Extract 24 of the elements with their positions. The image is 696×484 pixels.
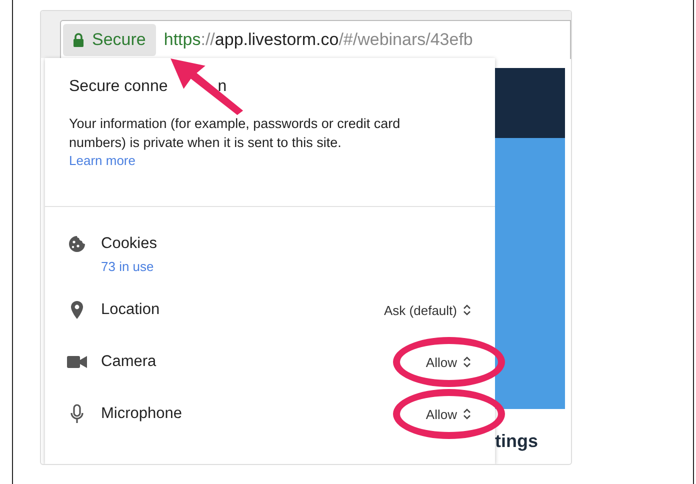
up-down-chevron-icon bbox=[463, 408, 471, 420]
page-header-band bbox=[495, 68, 565, 138]
cookies-count-link[interactable]: 73 in use bbox=[101, 259, 157, 274]
permission-label: Location bbox=[101, 301, 160, 319]
popup-title: Secure conne bbox=[69, 78, 168, 96]
lock-icon bbox=[73, 33, 84, 47]
popup-title: n bbox=[218, 78, 227, 96]
permission-label: Microphone bbox=[101, 405, 182, 423]
up-down-chevron-icon bbox=[463, 304, 471, 316]
secure-chip[interactable]: Secure bbox=[63, 24, 156, 56]
cookie-icon bbox=[67, 235, 87, 253]
page-heading-fragment: tings bbox=[495, 431, 539, 452]
camera-icon bbox=[67, 355, 87, 369]
learn-more-link[interactable]: Learn more bbox=[69, 153, 136, 168]
url-text: https://app.livestorm.co/#/webinars/43efb bbox=[164, 30, 473, 50]
popup-description: Your information (for example, passwords or credit card numbers) is private when it is sent to this site. bbox=[69, 115, 402, 152]
secure-label: Secure bbox=[92, 30, 146, 50]
permission-select[interactable]: Allow bbox=[426, 406, 471, 422]
permission-label: Camera bbox=[101, 353, 156, 371]
permission-select[interactable]: Ask (default) bbox=[384, 302, 471, 318]
permission-select[interactable]: Allow bbox=[426, 354, 471, 370]
address-bar[interactable]: Secure https://app.livestorm.co/#/webinars/43efb bbox=[60, 20, 571, 59]
cookies-label: Cookies bbox=[101, 235, 157, 253]
up-down-chevron-icon bbox=[463, 356, 471, 368]
